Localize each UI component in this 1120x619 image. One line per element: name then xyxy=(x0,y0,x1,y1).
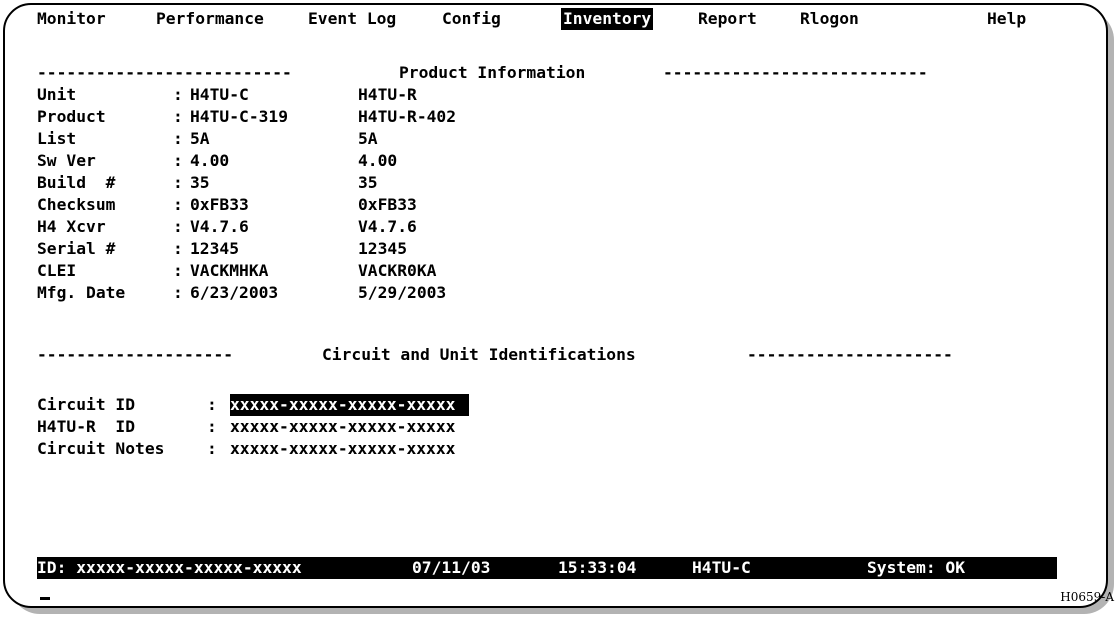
h4tu-r-value: VACKR0KA xyxy=(358,261,437,280)
h4tu-c-value: 12345 xyxy=(190,239,240,258)
h4tu-r-value: 5/29/2003 xyxy=(358,283,447,302)
h4tu-c-value: 4.00 xyxy=(190,151,230,170)
h4tu-r-value: V4.7.6 xyxy=(358,217,417,236)
terminal-screen: Monitor Performance Event Log Config Inv… xyxy=(37,0,1057,619)
status-bar: ID: xxxxx-xxxxx-xxxxx-xxxxx 07/11/03 15:… xyxy=(37,557,1057,579)
menu-item-config[interactable]: Config xyxy=(442,8,501,30)
h4tu-r-id-label: H4TU-R ID xyxy=(37,417,165,436)
circuit-id-label: Circuit ID xyxy=(37,395,165,414)
status-date: 07/11/03 xyxy=(412,558,491,577)
row-label: Serial # xyxy=(37,239,126,258)
h4tu-r-value: H4TU-R xyxy=(358,85,417,104)
row-separator: : xyxy=(173,151,183,170)
table-row: Product : H4TU-C-319 H4TU-R-402 xyxy=(37,106,456,128)
row-label: Sw Ver xyxy=(37,151,126,170)
table-row: Sw Ver : 4.00 4.00 xyxy=(37,150,397,172)
h4tu-r-value: 12345 xyxy=(358,239,408,258)
table-row: CLEI : VACKMHKA VACKR0KA xyxy=(37,260,436,282)
row-separator: : xyxy=(173,261,183,280)
table-row: Unit : H4TU-C H4TU-R xyxy=(37,84,417,106)
section-rule-right: --------------------- xyxy=(747,345,953,364)
row-separator: : xyxy=(173,173,183,192)
row-label: Unit xyxy=(37,85,126,104)
figure-code: H0659-A xyxy=(1060,590,1114,604)
circuit-notes-row: Circuit Notes : xxxxx-xxxxx-xxxxx-xxxxx xyxy=(37,438,455,460)
row-separator: : xyxy=(173,283,183,302)
circuit-notes-field[interactable]: xxxxx-xxxxx-xxxxx-xxxxx xyxy=(230,438,455,460)
h4tu-c-value: 5A xyxy=(190,129,210,148)
h4tu-c-value: 6/23/2003 xyxy=(190,283,279,302)
h4tu-c-value: 0xFB33 xyxy=(190,195,249,214)
row-separator: : xyxy=(173,239,183,258)
field-separator: : xyxy=(207,395,217,414)
menu-item-inventory[interactable]: Inventory xyxy=(561,8,654,30)
h4tu-c-value: 35 xyxy=(190,173,210,192)
row-label: H4 Xcvr xyxy=(37,217,126,236)
row-separator: : xyxy=(173,107,183,126)
row-label: List xyxy=(37,129,126,148)
h4tu-r-id-field[interactable]: xxxxx-xxxxx-xxxxx-xxxxx xyxy=(230,416,455,438)
h4tu-r-value: H4TU-R-402 xyxy=(358,107,457,126)
h4tu-c-value: H4TU-C-319 xyxy=(190,107,289,126)
status-system: System: OK xyxy=(867,558,966,577)
h4tu-c-value: V4.7.6 xyxy=(190,217,249,236)
row-label: Product xyxy=(37,107,126,126)
status-time: 15:33:04 xyxy=(558,558,637,577)
table-row: Checksum : 0xFB33 0xFB33 xyxy=(37,194,417,216)
text-cursor xyxy=(40,597,50,600)
status-unit: H4TU-C xyxy=(692,558,751,577)
circuit-notes-label: Circuit Notes xyxy=(37,439,165,458)
h4tu-r-value: 35 xyxy=(358,173,378,192)
row-separator: : xyxy=(173,217,183,236)
field-separator: : xyxy=(207,417,217,436)
status-circuit-id: ID: xxxxx-xxxxx-xxxxx-xxxxx xyxy=(37,558,302,577)
menu-item-rlogon[interactable]: Rlogon xyxy=(800,8,859,30)
field-separator: : xyxy=(207,439,217,458)
section-rule-left: -------------------------- xyxy=(37,63,292,82)
menu-item-monitor[interactable]: Monitor xyxy=(37,8,106,30)
h4tu-r-value: 0xFB33 xyxy=(358,195,417,214)
h4tu-r-id-row: H4TU-R ID : xxxxx-xxxxx-xxxxx-xxxxx xyxy=(37,416,455,438)
h4tu-c-value: H4TU-C xyxy=(190,85,249,104)
circuit-id-field[interactable]: xxxxx-xxxxx-xxxxx-xxxxx xyxy=(230,394,470,416)
row-separator: : xyxy=(173,195,183,214)
row-separator: : xyxy=(173,129,183,148)
section-title: Product Information xyxy=(399,63,586,82)
menu-bar: Monitor Performance Event Log Config Inv… xyxy=(37,8,1057,30)
table-row: Build # : 35 35 xyxy=(37,172,378,194)
table-row: H4 Xcvr : V4.7.6 V4.7.6 xyxy=(37,216,417,238)
row-label: CLEI xyxy=(37,261,126,280)
section-title: Circuit and Unit Identifications xyxy=(322,345,636,364)
row-label: Mfg. Date xyxy=(37,283,126,302)
menu-item-help[interactable]: Help xyxy=(987,8,1026,30)
product-section-header: -------------------------- Product Infor… xyxy=(37,62,1057,84)
table-row: Mfg. Date : 6/23/2003 5/29/2003 xyxy=(37,282,446,304)
menu-item-event-log[interactable]: Event Log xyxy=(308,8,396,30)
row-label: Checksum xyxy=(37,195,126,214)
row-label: Build # xyxy=(37,173,126,192)
table-row: Serial # : 12345 12345 xyxy=(37,238,407,260)
circuit-id-row: Circuit ID : xxxxx-xxxxx-xxxxx-xxxxx xyxy=(37,394,470,416)
table-row: List : 5A 5A xyxy=(37,128,378,150)
h4tu-c-value: VACKMHKA xyxy=(190,261,269,280)
menu-item-report[interactable]: Report xyxy=(698,8,757,30)
section-rule-left: -------------------- xyxy=(37,345,234,364)
circuit-section-header: -------------------- Circuit and Unit Id… xyxy=(37,344,1057,366)
menu-item-performance[interactable]: Performance xyxy=(156,8,264,30)
row-separator: : xyxy=(173,85,183,104)
h4tu-r-value: 4.00 xyxy=(358,151,398,170)
section-rule-right: --------------------------- xyxy=(663,63,928,82)
h4tu-r-value: 5A xyxy=(358,129,378,148)
